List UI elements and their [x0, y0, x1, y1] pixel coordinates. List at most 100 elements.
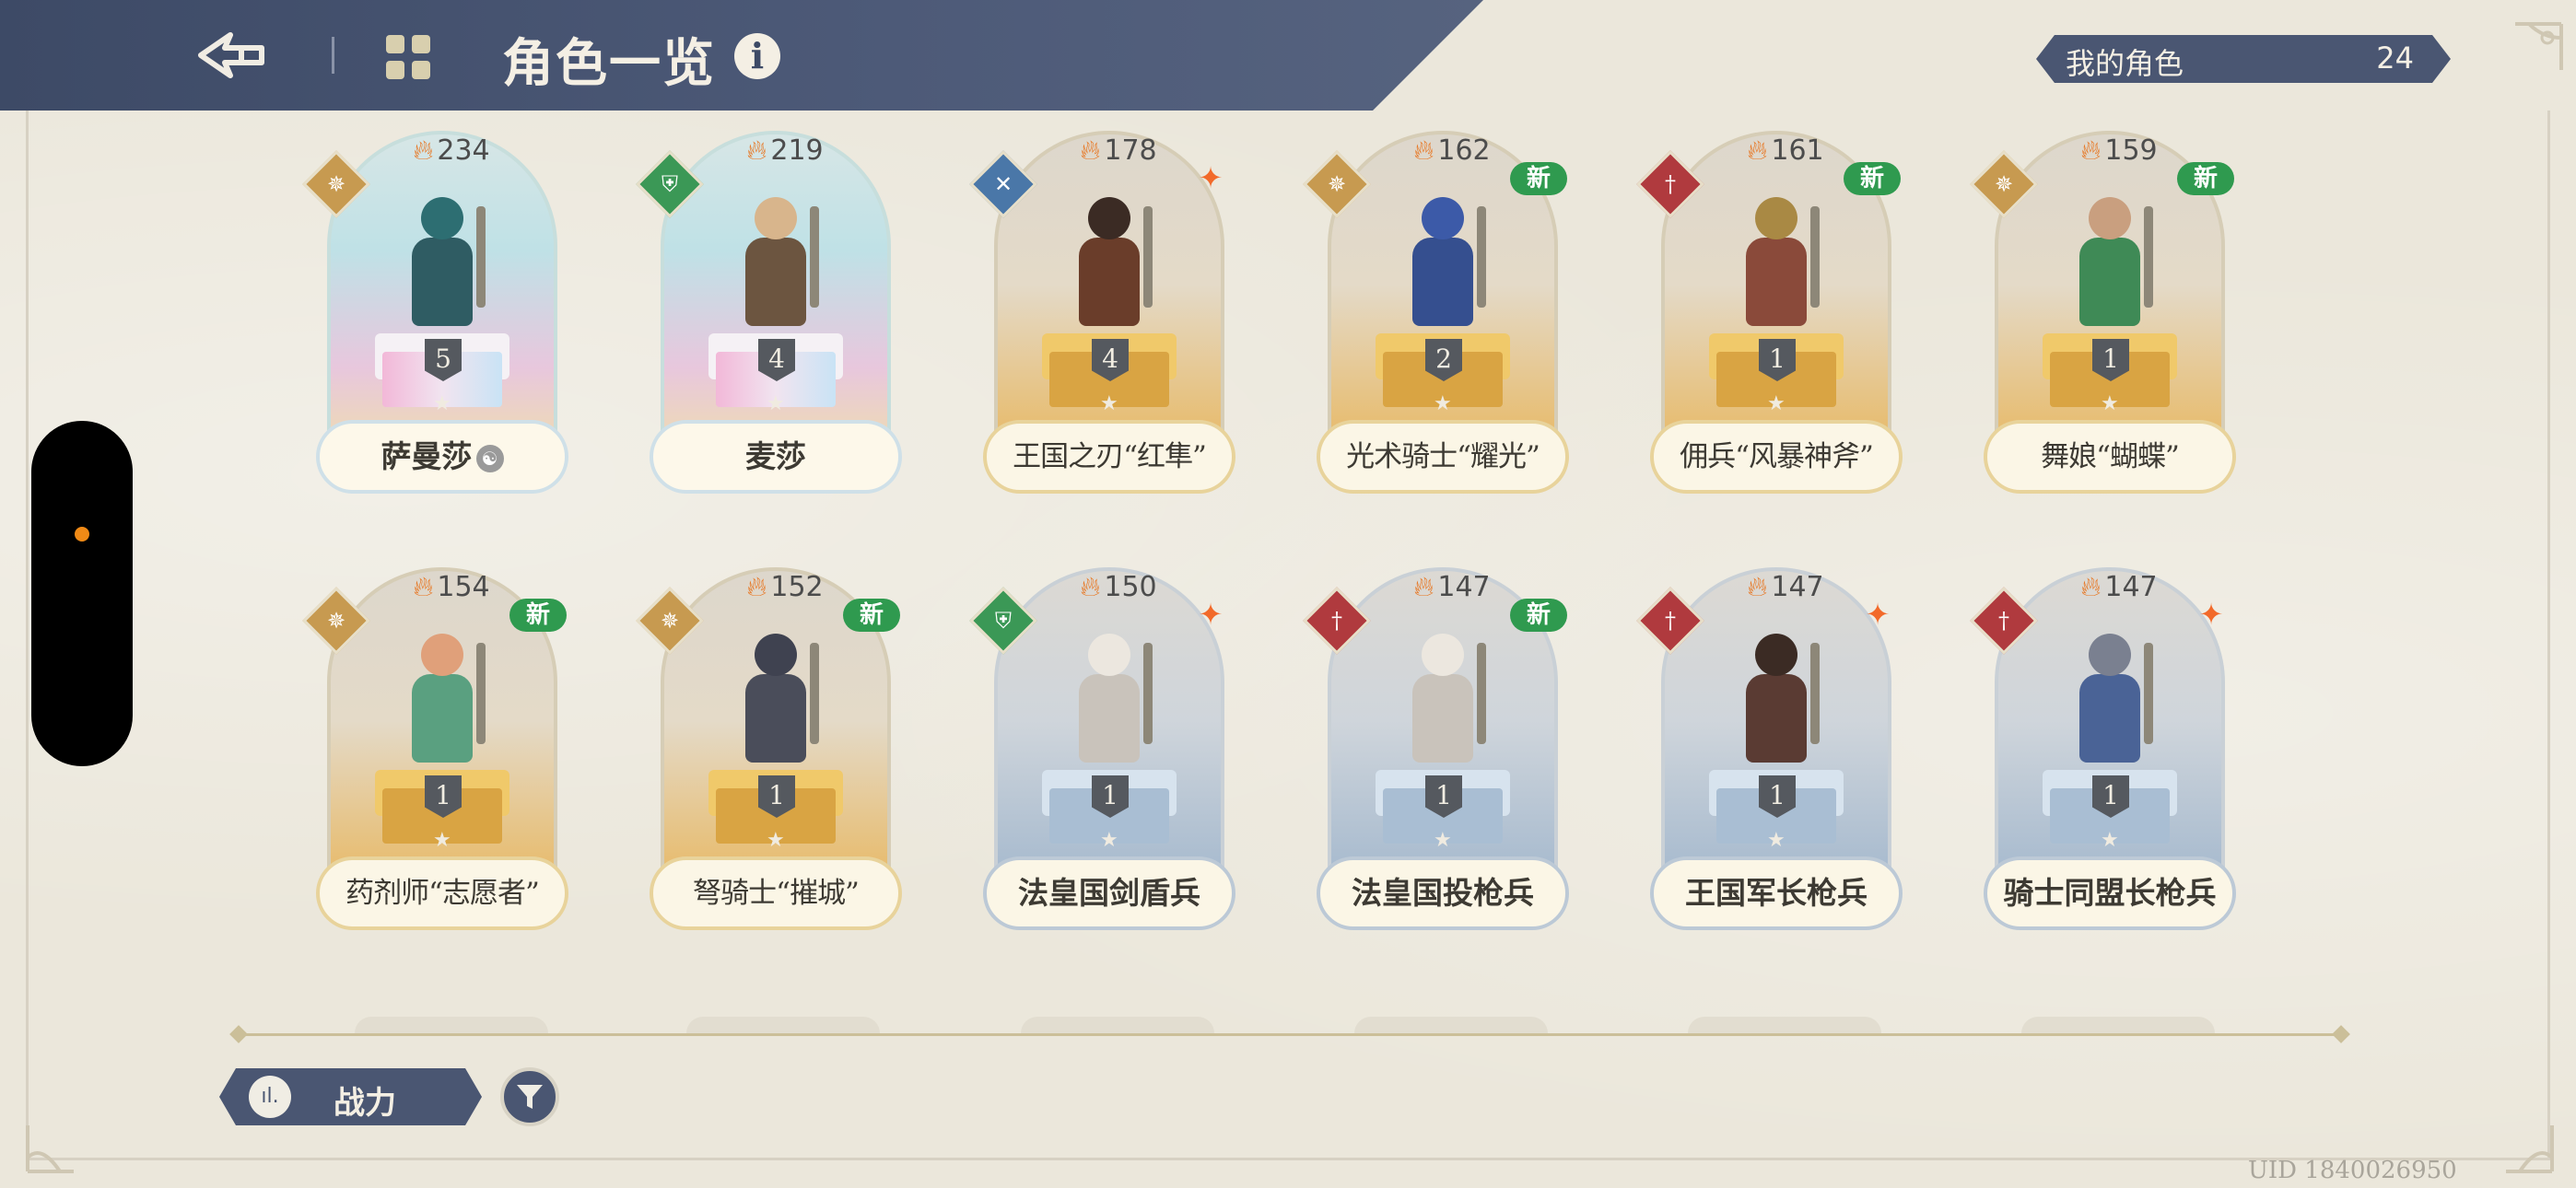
character-card[interactable]: 1 ★ 🔥︎ 150 ⛨ ✦ 法皇国剑盾兵 [969, 567, 1243, 936]
character-sprite [725, 634, 826, 781]
character-sprite [1392, 197, 1493, 344]
info-button[interactable]: i [734, 33, 780, 79]
spark-icon: ✦ [2198, 597, 2224, 632]
home-button[interactable] [382, 31, 434, 83]
owned-count: 24 [2376, 41, 2414, 76]
corner-ornament-icon [26, 1125, 74, 1173]
card-peek [1688, 1017, 1881, 1033]
flame-icon: 🔥︎ [1080, 134, 1101, 167]
star-icon: ★ [2101, 392, 2119, 415]
card-peek [1354, 1017, 1548, 1033]
new-badge: 新 [2177, 162, 2234, 195]
owned-label: 我的角色 [2066, 46, 2184, 81]
character-sprite [1726, 634, 1827, 781]
character-card[interactable]: 1 ★ 🔥︎ 152 ✵ 新 弩骑士“摧城” [636, 567, 909, 936]
card-peek [355, 1017, 548, 1033]
character-name: 法皇国投枪兵 [1317, 856, 1569, 930]
sort-label: 战力 [334, 1085, 396, 1122]
flame-icon: 🔥︎ [1747, 134, 1768, 167]
flame-icon: 🔥︎ [1413, 571, 1434, 603]
character-name: 佣兵“风暴神斧” [1650, 420, 1903, 494]
flame-icon: 🔥︎ [746, 571, 767, 603]
character-card[interactable]: 5 ★ 🔥︎ 234 ✵ 萨曼莎 ☯ [302, 131, 576, 499]
character-sprite [1392, 634, 1493, 781]
character-name: 萨曼莎 ☯ [316, 420, 568, 494]
star-icon: ★ [1100, 392, 1118, 415]
character-name: 法皇国剑盾兵 [983, 856, 1235, 930]
character-sprite [2059, 634, 2160, 781]
grid-icon [386, 35, 430, 79]
star-icon: ★ [1767, 829, 1786, 852]
corner-ornament-icon [2515, 22, 2563, 70]
character-sprite [1726, 197, 1827, 344]
character-sprite [2059, 197, 2160, 344]
character-sprite [392, 634, 493, 781]
character-name: 光术骑士“耀光” [1317, 420, 1569, 494]
character-card[interactable]: 1 ★ 🔥︎ 161 † 新 佣兵“风暴神斧” [1636, 131, 1910, 499]
character-card[interactable]: 1 ★ 🔥︎ 147 † ✦ 骑士同盟长枪兵 [1970, 567, 2243, 936]
new-badge: 新 [1844, 162, 1901, 195]
filter-button[interactable] [500, 1067, 559, 1126]
notification-dot [75, 527, 89, 542]
star-icon: ★ [2101, 829, 2119, 852]
page-title: 角色一览 [502, 33, 716, 94]
flame-icon: 🔥︎ [2080, 571, 2102, 603]
flame-icon: 🔥︎ [1747, 571, 1768, 603]
star-icon: ★ [1767, 392, 1786, 415]
power-value: 🔥︎ 150 [1080, 571, 1157, 603]
card-peek [1021, 1017, 1214, 1033]
spark-icon: ✦ [1198, 160, 1224, 195]
power-value: 🔥︎ 147 [2080, 571, 2158, 603]
power-value: 🔥︎ 159 [2080, 134, 2158, 167]
character-card[interactable]: 4 ★ 🔥︎ 219 ⛨ 麦莎 [636, 131, 909, 499]
yin-yang-icon: ☯ [475, 445, 504, 472]
power-value: 🔥︎ 154 [413, 571, 490, 603]
star-icon: ★ [433, 392, 451, 415]
character-name: 舞娘“蝴蝶” [1984, 420, 2236, 494]
user-id: UID 1840026950 [2248, 1157, 2457, 1184]
power-value: 🔥︎ 219 [746, 134, 824, 167]
star-icon: ★ [767, 392, 785, 415]
card-peek [2021, 1017, 2215, 1033]
card-peek [686, 1017, 880, 1033]
character-name: 药剂师“志愿者” [316, 856, 568, 930]
back-button[interactable] [189, 20, 272, 90]
character-card[interactable]: 1 ★ 🔥︎ 159 ✵ 新 舞娘“蝴蝶” [1970, 131, 2243, 499]
character-card[interactable]: 1 ★ 🔥︎ 147 † 新 法皇国投枪兵 [1303, 567, 1576, 936]
power-value: 🔥︎ 162 [1413, 134, 1491, 167]
star-icon: ★ [1434, 392, 1452, 415]
character-name: 王国军长枪兵 [1650, 856, 1903, 930]
character-name: 王国之刃“红隼” [983, 420, 1235, 494]
power-value: 🔥︎ 152 [746, 571, 824, 603]
flame-icon: 🔥︎ [413, 134, 434, 167]
side-scroll-handle[interactable] [31, 421, 133, 766]
list-divider [235, 1033, 2345, 1036]
star-icon: ★ [433, 829, 451, 852]
power-value: 🔥︎ 147 [1747, 571, 1824, 603]
new-badge: 新 [843, 599, 900, 632]
star-icon: ★ [1100, 829, 1118, 852]
character-card[interactable]: 2 ★ 🔥︎ 162 ✵ 新 光术骑士“耀光” [1303, 131, 1576, 499]
power-value: 🔥︎ 147 [1413, 571, 1491, 603]
character-name: 骑士同盟长枪兵 [1984, 856, 2236, 930]
character-card[interactable]: 4 ★ 🔥︎ 178 ✕ ✦ 王国之刃“红隼” [969, 131, 1243, 499]
star-icon: ★ [767, 829, 785, 852]
flame-icon: 🔥︎ [2080, 134, 2102, 167]
spark-icon: ✦ [1865, 597, 1891, 632]
character-sprite [1059, 197, 1160, 344]
corner-ornament-icon [2506, 1125, 2554, 1173]
filter-icon [517, 1085, 543, 1109]
trident-arrow-icon [198, 32, 264, 78]
new-badge: 新 [1510, 162, 1567, 195]
spark-icon: ✦ [1198, 597, 1224, 632]
character-card[interactable]: 1 ★ 🔥︎ 154 ✵ 新 药剂师“志愿者” [302, 567, 576, 936]
character-sprite [1059, 634, 1160, 781]
new-badge: 新 [1510, 599, 1567, 632]
character-card[interactable]: 1 ★ 🔥︎ 147 † ✦ 王国军长枪兵 [1636, 567, 1910, 936]
flame-icon: 🔥︎ [413, 571, 434, 603]
character-name: 麦莎 [650, 420, 902, 494]
header-divider [332, 37, 334, 74]
flame-icon: 🔥︎ [746, 134, 767, 167]
power-value: 🔥︎ 234 [413, 134, 490, 167]
character-sprite [725, 197, 826, 344]
